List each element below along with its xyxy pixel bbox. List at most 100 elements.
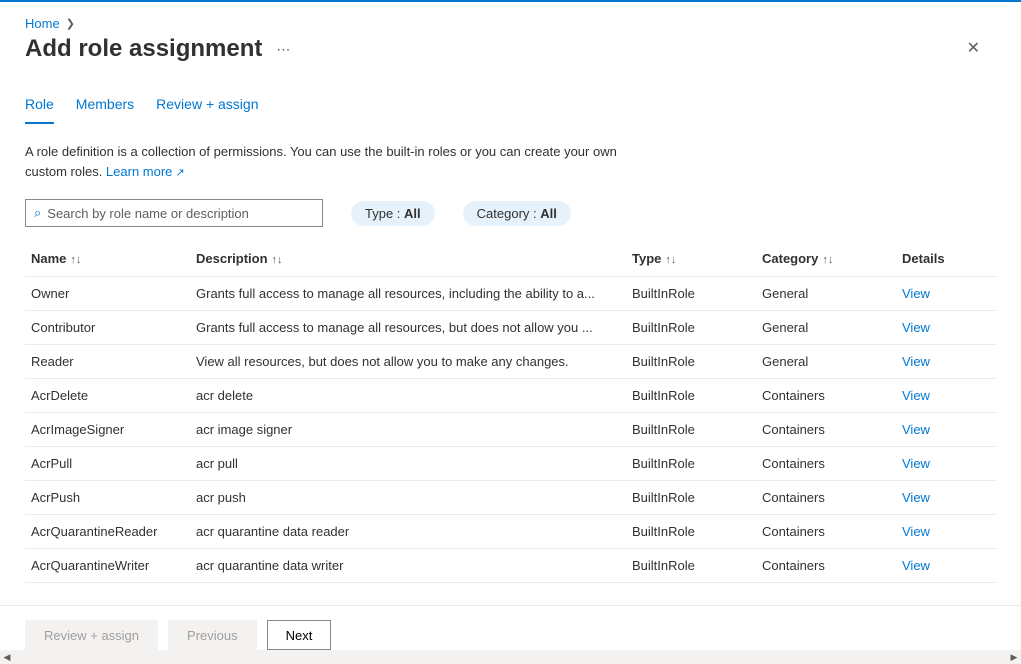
cell-description: Grants full access to manage all resourc… xyxy=(190,277,626,311)
sort-icon: ↑↓ xyxy=(665,254,676,266)
cell-name: AcrImageSigner xyxy=(25,413,190,447)
cell-name: AcrPush xyxy=(25,481,190,515)
cell-description: acr pull xyxy=(190,447,626,481)
cell-description: acr image signer xyxy=(190,413,626,447)
view-link[interactable]: View xyxy=(902,490,930,505)
cell-description: acr delete xyxy=(190,379,626,413)
cell-details: View xyxy=(896,413,996,447)
table-header-row: Name↑↓ Description↑↓ Type↑↓ Category↑↓ D… xyxy=(25,241,996,277)
cell-category: General xyxy=(756,311,896,345)
cell-category: Containers xyxy=(756,515,896,549)
cell-category: Containers xyxy=(756,413,896,447)
next-button[interactable]: Next xyxy=(267,620,332,650)
cell-details: View xyxy=(896,447,996,481)
cell-details: View xyxy=(896,277,996,311)
column-header-name[interactable]: Name↑↓ xyxy=(25,241,190,277)
chevron-right-icon: ❯ xyxy=(66,17,75,30)
cell-name: AcrDelete xyxy=(25,379,190,413)
view-link[interactable]: View xyxy=(902,422,930,437)
cell-description: acr quarantine data writer xyxy=(190,549,626,583)
cell-details: View xyxy=(896,481,996,515)
cell-type: BuiltInRole xyxy=(626,447,756,481)
tab-review-assign[interactable]: Review + assign xyxy=(156,90,258,124)
more-actions-icon[interactable]: ⋯ xyxy=(276,41,291,58)
roles-table: Name↑↓ Description↑↓ Type↑↓ Category↑↓ D… xyxy=(25,241,996,583)
view-link[interactable]: View xyxy=(902,286,930,301)
cell-type: BuiltInRole xyxy=(626,549,756,583)
footer-actions: Review + assign Previous Next xyxy=(0,605,1021,650)
cell-type: BuiltInRole xyxy=(626,481,756,515)
view-link[interactable]: View xyxy=(902,456,930,471)
external-link-icon: ↗ xyxy=(172,167,184,179)
close-icon[interactable]: ✕ xyxy=(961,35,986,63)
table-row[interactable]: ContributorGrants full access to manage … xyxy=(25,311,996,345)
column-header-description[interactable]: Description↑↓ xyxy=(190,241,626,277)
cell-type: BuiltInRole xyxy=(626,345,756,379)
cell-category: Containers xyxy=(756,481,896,515)
sort-icon: ↑↓ xyxy=(70,254,81,266)
cell-description: Grants full access to manage all resourc… xyxy=(190,311,626,345)
cell-name: AcrQuarantineWriter xyxy=(25,549,190,583)
sort-icon: ↑↓ xyxy=(822,254,833,266)
tab-members[interactable]: Members xyxy=(76,90,134,124)
cell-type: BuiltInRole xyxy=(626,379,756,413)
column-header-type[interactable]: Type↑↓ xyxy=(626,241,756,277)
page-header: Add role assignment ⋯ ✕ xyxy=(0,31,1021,81)
table-row[interactable]: OwnerGrants full access to manage all re… xyxy=(25,277,996,311)
cell-description: acr quarantine data reader xyxy=(190,515,626,549)
cell-name: Reader xyxy=(25,345,190,379)
table-row[interactable]: ReaderView all resources, but does not a… xyxy=(25,345,996,379)
scroll-right-icon[interactable]: ▶ xyxy=(1007,652,1021,663)
cell-type: BuiltInRole xyxy=(626,413,756,447)
search-box[interactable]: ⌕ xyxy=(25,199,323,227)
filter-row: ⌕ Type : All Category : All xyxy=(25,199,996,227)
tab-role[interactable]: Role xyxy=(25,90,54,124)
horizontal-scrollbar[interactable]: ◀ ▶ xyxy=(0,650,1021,664)
cell-details: View xyxy=(896,311,996,345)
category-filter-pill[interactable]: Category : All xyxy=(463,201,571,226)
cell-type: BuiltInRole xyxy=(626,515,756,549)
view-link[interactable]: View xyxy=(902,524,930,539)
learn-more-link[interactable]: Learn more ↗ xyxy=(106,164,185,179)
cell-category: Containers xyxy=(756,447,896,481)
search-input[interactable] xyxy=(47,206,314,221)
table-row[interactable]: AcrImageSigneracr image signerBuiltInRol… xyxy=(25,413,996,447)
view-link[interactable]: View xyxy=(902,558,930,573)
breadcrumb-home[interactable]: Home xyxy=(25,16,60,31)
cell-name: Contributor xyxy=(25,311,190,345)
scroll-left-icon[interactable]: ◀ xyxy=(0,652,14,663)
view-link[interactable]: View xyxy=(902,320,930,335)
sort-icon: ↑↓ xyxy=(272,254,283,266)
view-link[interactable]: View xyxy=(902,354,930,369)
search-icon: ⌕ xyxy=(34,205,41,221)
cell-type: BuiltInRole xyxy=(626,277,756,311)
cell-type: BuiltInRole xyxy=(626,311,756,345)
info-text: A role definition is a collection of per… xyxy=(25,142,645,181)
table-row[interactable]: AcrPushacr pushBuiltInRoleContainers View xyxy=(25,481,996,515)
type-filter-pill[interactable]: Type : All xyxy=(351,201,435,226)
cell-description: View all resources, but does not allow y… xyxy=(190,345,626,379)
page-title: Add role assignment xyxy=(25,35,262,63)
table-row[interactable]: AcrDeleteacr deleteBuiltInRoleContainers… xyxy=(25,379,996,413)
table-row[interactable]: AcrQuarantineWriteracr quarantine data w… xyxy=(25,549,996,583)
cell-category: Containers xyxy=(756,549,896,583)
cell-description: acr push xyxy=(190,481,626,515)
review-assign-button: Review + assign xyxy=(25,620,158,650)
column-header-category[interactable]: Category↑↓ xyxy=(756,241,896,277)
table-row[interactable]: AcrPullacr pullBuiltInRoleContainers View xyxy=(25,447,996,481)
cell-details: View xyxy=(896,379,996,413)
cell-category: General xyxy=(756,277,896,311)
breadcrumb: Home ❯ xyxy=(0,2,1021,31)
cell-name: AcrPull xyxy=(25,447,190,481)
cell-category: Containers xyxy=(756,379,896,413)
view-link[interactable]: View xyxy=(902,388,930,403)
cell-details: View xyxy=(896,549,996,583)
cell-name: Owner xyxy=(25,277,190,311)
table-row[interactable]: AcrQuarantineReaderacr quarantine data r… xyxy=(25,515,996,549)
cell-details: View xyxy=(896,345,996,379)
column-header-details: Details xyxy=(896,241,996,277)
previous-button: Previous xyxy=(168,620,257,650)
cell-details: View xyxy=(896,515,996,549)
main-content: Role Members Review + assign A role defini… xyxy=(0,90,1021,618)
tabs: Role Members Review + assign xyxy=(25,90,996,124)
